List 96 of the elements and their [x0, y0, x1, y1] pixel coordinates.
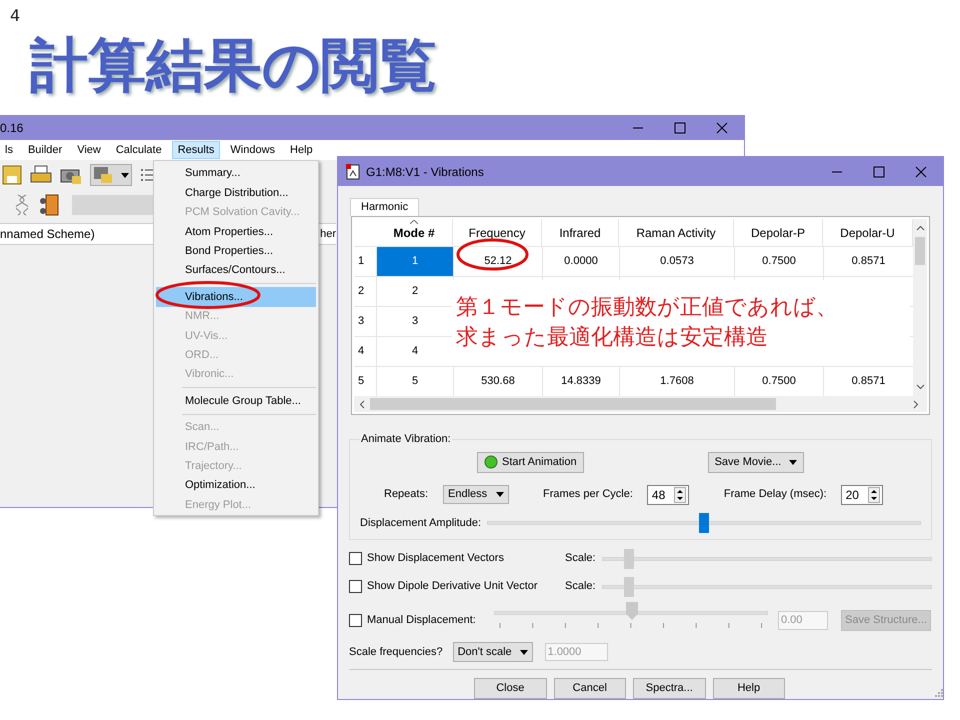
slider-handle[interactable] [626, 602, 638, 620]
maximize-icon[interactable] [674, 122, 686, 134]
close-icon[interactable] [915, 166, 927, 178]
column-header[interactable]: Mode # [376, 219, 453, 246]
menu-item[interactable]: Results [172, 141, 220, 159]
caret-icon [121, 172, 129, 178]
slider-handle[interactable] [624, 548, 634, 568]
menu-item[interactable]: Bond Properties... [156, 242, 316, 261]
table-cell: 0.0573 [619, 247, 734, 276]
film-icon [93, 166, 113, 184]
row-header: 2 [357, 284, 366, 300]
caret-icon [789, 460, 798, 464]
column-header[interactable]: Infrared [542, 219, 619, 246]
resize-grip-icon [935, 688, 943, 696]
row-header: 4 [357, 344, 366, 360]
menu-item[interactable]: Builder [22, 141, 68, 159]
tab[interactable]: Harmonic [350, 198, 420, 216]
window-title: 0.16 [0, 120, 24, 136]
scheme-label: her [320, 226, 336, 242]
field-label: Repeats: [384, 487, 428, 502]
table-cell: 0.7500 [734, 247, 823, 276]
dialog-button[interactable]: Spectra... [633, 678, 706, 699]
dialog-button[interactable]: Close [474, 678, 547, 699]
table-cell[interactable]: 1 [376, 247, 453, 276]
row-header: 3 [357, 314, 366, 330]
save-movie-button[interactable]: Save Movie... [708, 452, 804, 472]
menu-item[interactable]: Calculate [110, 141, 167, 159]
group-label: Animate Vibration: [360, 432, 452, 447]
slide-title: 計算結果の閲覧 [30, 30, 438, 100]
annotation-text: 第１モードの振動数が正値であれば、 [456, 294, 839, 322]
menu-item[interactable]: ls [0, 141, 18, 159]
field-label: Scale frequencies? [349, 644, 443, 660]
column-header[interactable]: Raman Activity [619, 219, 734, 246]
scrollbar-thumb[interactable] [370, 398, 776, 410]
field-label: Frame Delay (msec): [724, 487, 827, 502]
window-title: G1:M8:V1 - Vibrations [366, 164, 484, 180]
menu-item[interactable]: Windows [225, 141, 280, 159]
menu-item[interactable]: Charge Distribution... [156, 183, 316, 203]
menu-item[interactable]: Molecule Group Table... [156, 391, 316, 411]
printer-icon[interactable] [30, 165, 52, 185]
save-icon[interactable] [2, 165, 22, 185]
column-header[interactable]: Depolar-P [734, 219, 823, 246]
slider-handle[interactable] [624, 576, 634, 596]
scroll-right-icon[interactable] [913, 400, 919, 408]
scheme-label: nnamed Scheme) [0, 226, 95, 243]
row-header: 5 [357, 374, 366, 390]
row-header: 1 [357, 254, 366, 270]
helix-icon[interactable] [16, 194, 28, 216]
scroll-up-icon[interactable] [916, 225, 924, 231]
field-label: Displacement Amplitude: [360, 516, 482, 530]
dialog-button[interactable]: Help [712, 678, 786, 699]
menu-item[interactable]: Help [285, 141, 318, 159]
scale-factor-field: 1.0000 [544, 643, 608, 661]
start-animation-button[interactable]: Start Animation [477, 452, 584, 472]
scale-dropdown[interactable]: Don't scale [452, 642, 533, 662]
field-label: Scale: [565, 579, 596, 594]
scroll-down-icon[interactable] [916, 384, 924, 390]
column-header[interactable]: Frequency [453, 219, 542, 246]
movie-save-button[interactable] [90, 164, 132, 186]
checkbox[interactable] [349, 552, 362, 565]
close-icon[interactable] [716, 122, 728, 134]
spinner-arrows-icon [674, 486, 686, 502]
page-number: 4 [10, 5, 22, 27]
caret-icon [496, 492, 504, 497]
scroll-left-icon[interactable] [359, 400, 365, 408]
caret-icon [520, 650, 528, 654]
checkbox[interactable] [349, 614, 362, 626]
horizontal-scrollbar[interactable] [354, 396, 927, 412]
table-cell: 52.12 [453, 247, 542, 276]
spinner-arrows-icon [868, 486, 880, 502]
dialog-button[interactable]: Cancel [554, 678, 626, 699]
checkbox-label: Show Dipole Derivative Unit Vector [367, 579, 538, 594]
annotation-text: 求まった最適化構造は安定構造 [456, 324, 769, 352]
status-dot-icon [484, 455, 498, 469]
menu-item[interactable]: View [72, 141, 106, 159]
app-icon [346, 164, 360, 180]
table-cell: 0.0000 [542, 247, 619, 276]
vertical-scrollbar[interactable] [913, 219, 927, 396]
list-icon[interactable] [140, 168, 154, 182]
maximize-icon[interactable] [873, 166, 885, 178]
checkbox[interactable] [349, 580, 362, 593]
field-label: Frames per Cycle: [543, 487, 633, 502]
displacement-field: 0.00 [778, 610, 828, 630]
menu-item[interactable]: Surfaces/Contours... [156, 260, 316, 280]
menu-item[interactable]: Summary... [156, 164, 316, 184]
checkbox-label: Show Displacement Vectors [367, 551, 504, 566]
spin-box[interactable]: 48 [646, 484, 689, 504]
scrollbar-thumb[interactable] [915, 237, 925, 265]
menu-item[interactable]: Optimization... [156, 476, 316, 496]
menu-item[interactable]: Atom Properties... [156, 222, 316, 242]
checkbox-label: Manual Displacement: [367, 612, 476, 628]
field-label: Scale: [565, 551, 596, 566]
slider-handle[interactable] [699, 512, 710, 533]
repeats-dropdown[interactable]: Endless [443, 485, 510, 504]
spin-box[interactable]: 20 [840, 484, 883, 504]
sort-caret-icon [410, 220, 418, 224]
